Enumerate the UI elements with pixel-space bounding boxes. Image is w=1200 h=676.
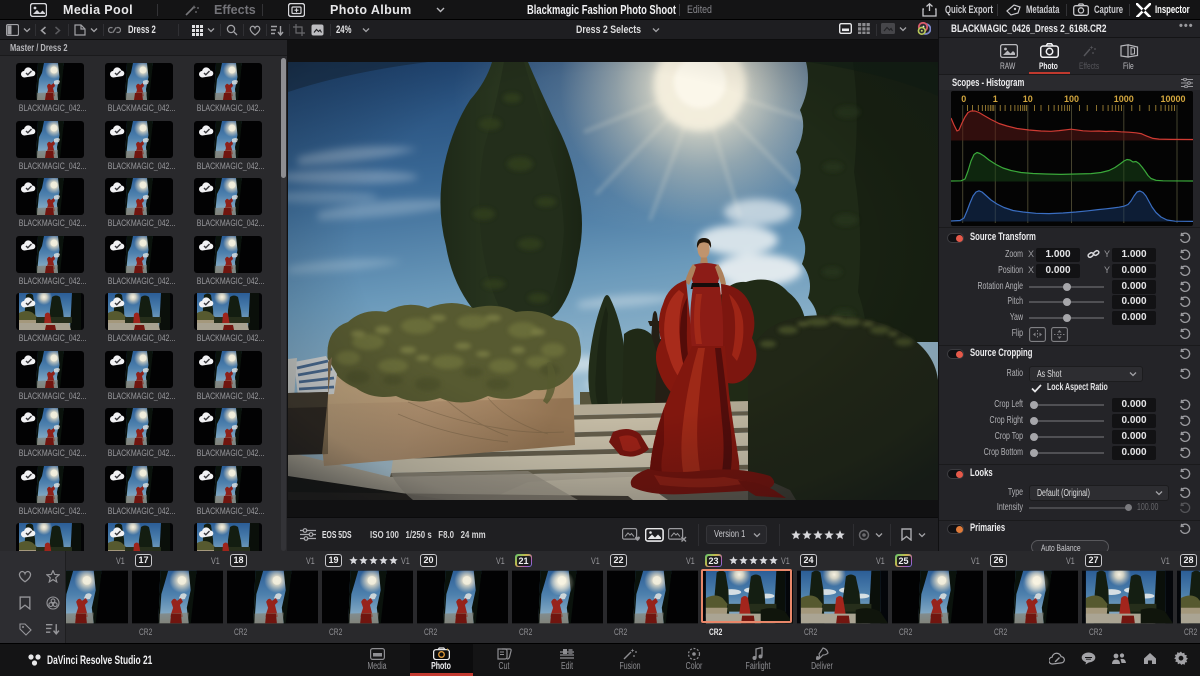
svg-text:10000: 10000 <box>1160 94 1185 104</box>
svg-text:0: 0 <box>961 94 966 104</box>
svg-text:100: 100 <box>1064 94 1079 104</box>
svg-text:10: 10 <box>1023 94 1033 104</box>
svg-text:1: 1 <box>993 94 998 104</box>
svg-text:1000: 1000 <box>1114 94 1134 104</box>
